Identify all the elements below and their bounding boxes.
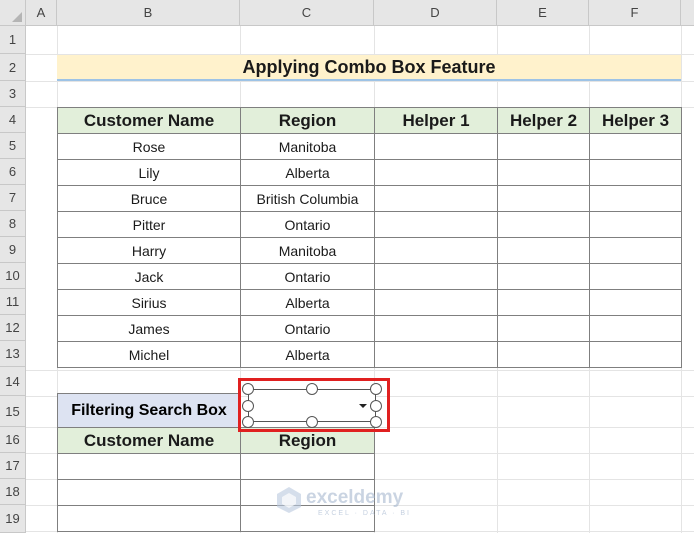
table-cell-helper[interactable] xyxy=(589,133,682,160)
table-cell-customer[interactable]: James xyxy=(57,315,241,342)
table-cell-customer[interactable]: Pitter xyxy=(57,211,241,238)
row-header-5[interactable]: 5 xyxy=(0,133,26,159)
table-cell-customer[interactable]: Bruce xyxy=(57,185,241,212)
sheet-title[interactable]: Applying Combo Box Feature xyxy=(57,55,681,81)
table-cell-region[interactable]: Ontario xyxy=(240,263,375,290)
table-cell-helper[interactable] xyxy=(589,289,682,316)
resize-handle-icon[interactable] xyxy=(370,416,382,428)
table-cell-region[interactable]: British Columbia xyxy=(240,185,375,212)
table-cell-region[interactable]: Ontario xyxy=(240,315,375,342)
resize-handle-icon[interactable] xyxy=(306,416,318,428)
row-header-7[interactable]: 7 xyxy=(0,185,26,211)
table-cell-helper[interactable] xyxy=(374,341,498,368)
table-cell-region[interactable]: Alberta xyxy=(240,341,375,368)
row-header-2[interactable]: 2 xyxy=(0,54,26,81)
column-header-e[interactable]: E xyxy=(497,0,589,26)
table-cell-customer[interactable]: Harry xyxy=(57,237,241,264)
table-cell-helper[interactable] xyxy=(589,211,682,238)
table-cell-helper[interactable] xyxy=(589,341,682,368)
table-cell-region[interactable]: Manitoba xyxy=(240,133,375,160)
table-cell-region[interactable]: Manitoba xyxy=(240,237,375,264)
resize-handle-icon[interactable] xyxy=(242,416,254,428)
table-cell-helper[interactable] xyxy=(374,289,498,316)
table-cell-helper[interactable] xyxy=(374,159,498,186)
resize-handle-icon[interactable] xyxy=(370,400,382,412)
dropdown-arrow-icon[interactable] xyxy=(356,396,370,416)
table-header-helper-2[interactable]: Helper 2 xyxy=(497,107,590,134)
table-cell-region[interactable]: Alberta xyxy=(240,289,375,316)
table-header-region[interactable]: Region xyxy=(240,107,375,134)
table-cell-helper[interactable] xyxy=(589,159,682,186)
table-cell-helper[interactable] xyxy=(374,263,498,290)
table-cell-helper[interactable] xyxy=(497,341,590,368)
watermark-tagline: EXCEL · DATA · BI xyxy=(318,510,411,517)
resize-handle-icon[interactable] xyxy=(370,383,382,395)
row-header-4[interactable]: 4 xyxy=(0,107,26,133)
table-cell-customer[interactable]: Lily xyxy=(57,159,241,186)
result-cell[interactable] xyxy=(57,505,241,532)
table-cell-helper[interactable] xyxy=(497,159,590,186)
row-header-18[interactable]: 18 xyxy=(0,479,26,505)
row-header-14[interactable]: 14 xyxy=(0,367,26,396)
gridline xyxy=(26,370,694,371)
table-cell-helper[interactable] xyxy=(497,237,590,264)
result-header-customer-name[interactable]: Customer Name xyxy=(57,427,241,454)
table-cell-helper[interactable] xyxy=(497,185,590,212)
table-header-helper-1[interactable]: Helper 1 xyxy=(374,107,498,134)
column-header-b[interactable]: B xyxy=(57,0,240,26)
resize-handle-icon[interactable] xyxy=(242,383,254,395)
exceldemy-logo-icon xyxy=(277,487,301,513)
table-cell-helper[interactable] xyxy=(589,263,682,290)
filtering-search-box-label[interactable]: Filtering Search Box xyxy=(57,393,241,428)
table-cell-helper[interactable] xyxy=(497,263,590,290)
table-cell-helper[interactable] xyxy=(374,185,498,212)
table-cell-helper[interactable] xyxy=(374,211,498,238)
resize-handle-icon[interactable] xyxy=(306,383,318,395)
table-cell-region[interactable]: Alberta xyxy=(240,159,375,186)
table-cell-helper[interactable] xyxy=(497,289,590,316)
watermark-name: exceldemy xyxy=(306,487,404,508)
row-header-6[interactable]: 6 xyxy=(0,159,26,185)
row-header-15[interactable]: 15 xyxy=(0,396,26,427)
result-cell[interactable] xyxy=(57,453,241,480)
table-cell-helper[interactable] xyxy=(589,185,682,212)
column-header-g[interactable] xyxy=(681,0,694,26)
result-cell[interactable] xyxy=(240,453,375,480)
table-cell-customer[interactable]: Rose xyxy=(57,133,241,160)
row-header-19[interactable]: 19 xyxy=(0,505,26,533)
table-cell-helper[interactable] xyxy=(374,133,498,160)
table-cell-helper[interactable] xyxy=(497,315,590,342)
row-header-10[interactable]: 10 xyxy=(0,263,26,289)
table-cell-helper[interactable] xyxy=(497,211,590,238)
row-header-17[interactable]: 17 xyxy=(0,453,26,479)
row-header-11[interactable]: 11 xyxy=(0,289,26,315)
row-header-9[interactable]: 9 xyxy=(0,237,26,263)
row-header-12[interactable]: 12 xyxy=(0,315,26,341)
row-header-1[interactable]: 1 xyxy=(0,26,26,54)
column-header-f[interactable]: F xyxy=(589,0,681,26)
resize-handle-icon[interactable] xyxy=(242,400,254,412)
table-cell-customer[interactable]: Sirius xyxy=(57,289,241,316)
column-header-c[interactable]: C xyxy=(240,0,374,26)
table-header-customer-name[interactable]: Customer Name xyxy=(57,107,241,134)
row-header-16[interactable]: 16 xyxy=(0,427,26,453)
gridline xyxy=(26,81,694,82)
row-header-3[interactable]: 3 xyxy=(0,81,26,107)
table-cell-helper[interactable] xyxy=(497,133,590,160)
select-all-corner[interactable] xyxy=(0,0,26,26)
table-cell-helper[interactable] xyxy=(589,237,682,264)
column-header-d[interactable]: D xyxy=(374,0,497,26)
table-cell-helper[interactable] xyxy=(589,315,682,342)
table-cell-customer[interactable]: Jack xyxy=(57,263,241,290)
table-cell-customer[interactable]: Michel xyxy=(57,341,241,368)
column-header-a[interactable]: A xyxy=(26,0,57,26)
table-cell-helper[interactable] xyxy=(374,315,498,342)
table-cell-region[interactable]: Ontario xyxy=(240,211,375,238)
table-cell-helper[interactable] xyxy=(374,237,498,264)
result-cell[interactable] xyxy=(57,479,241,506)
table-header-helper-3[interactable]: Helper 3 xyxy=(589,107,682,134)
row-header-8[interactable]: 8 xyxy=(0,211,26,237)
row-header-13[interactable]: 13 xyxy=(0,341,26,367)
